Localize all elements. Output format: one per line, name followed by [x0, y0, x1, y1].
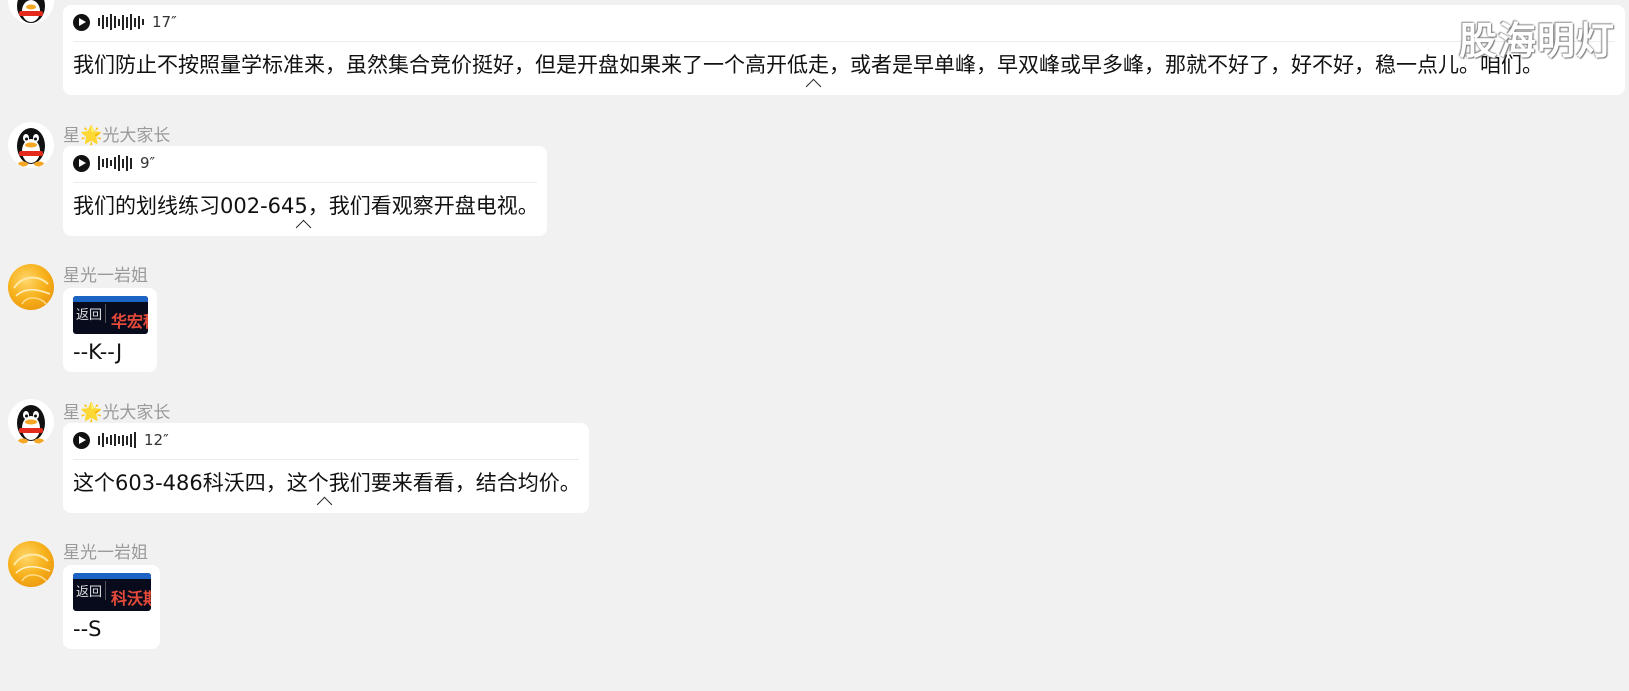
image-bubble[interactable]: 返回 华宏科 --K--J — [63, 288, 157, 372]
voice-duration: 17″ — [152, 13, 177, 31]
voice-transcript: 我们防止不按照量学标准来，虽然集合竞价挺好，但是开盘如果来了一个高开低走，或者是… — [73, 53, 1543, 77]
avatar[interactable] — [8, 399, 54, 445]
sender-name: 星🌟光大家长 — [63, 398, 170, 423]
voice-bubble[interactable]: 12″ 这个603-486科沃四，这个我们要来看看，结合均价。 — [63, 423, 589, 513]
avatar[interactable] — [8, 0, 54, 24]
avatar[interactable] — [8, 541, 54, 587]
voice-transcript: 我们的划线练习002-645，我们看观察开盘电视。 — [73, 194, 539, 218]
play-icon[interactable] — [73, 154, 90, 172]
sender-name: 星光一岩姐 — [63, 543, 148, 563]
voice-duration: 9″ — [140, 154, 156, 172]
divider — [73, 459, 579, 460]
collapse-caret-icon[interactable] — [316, 496, 333, 513]
sender-name: 星光一岩姐 — [63, 266, 148, 286]
penguin-avatar-icon — [17, 128, 45, 167]
voice-bubble[interactable]: 17″ 我们防止不按照量学标准来，虽然集合竞价挺好，但是开盘如果来了一个高开低走… — [63, 5, 1625, 95]
voice-player[interactable]: 12″ — [73, 431, 169, 449]
orange-avatar-icon — [13, 276, 51, 305]
thumbnail-stock-name: 华宏科 — [111, 312, 148, 331]
sender-name-part: 光大家长 — [102, 403, 171, 423]
watermark-logo: 股海明灯 — [1458, 19, 1615, 63]
star-icon: 🌟 — [80, 402, 103, 423]
stock-chart-thumbnail[interactable]: 返回 科沃斯 — [73, 573, 151, 611]
sender-name-part: 星 — [63, 403, 80, 423]
image-caption: --S — [73, 617, 102, 641]
thumbnail-stock-name: 科沃斯 — [111, 589, 151, 608]
voice-duration: 12″ — [144, 431, 169, 449]
waveform-icon — [98, 154, 132, 172]
orange-avatar-icon — [13, 553, 51, 582]
play-icon[interactable] — [73, 13, 90, 31]
thumbnail-topbar — [73, 573, 151, 579]
voice-player[interactable]: 17″ — [73, 13, 177, 31]
penguin-avatar-icon — [17, 405, 45, 444]
avatar[interactable] — [8, 264, 54, 310]
play-icon[interactable] — [73, 431, 90, 449]
waveform-icon — [98, 431, 136, 449]
sender-name-part: 光大家长 — [102, 126, 171, 146]
star-icon: 🌟 — [80, 125, 103, 146]
voice-bubble[interactable]: 9″ 我们的划线练习002-645，我们看观察开盘电视。 — [63, 146, 547, 236]
collapse-caret-icon[interactable] — [805, 78, 822, 95]
stock-chart-thumbnail[interactable]: 返回 华宏科 — [73, 296, 148, 334]
thumbnail-topbar — [73, 296, 148, 302]
sender-name-part: 星 — [63, 126, 80, 146]
thumbnail-back-label: 返回 — [73, 304, 107, 323]
thumbnail-back-label: 返回 — [73, 581, 107, 600]
voice-player[interactable]: 9″ — [73, 154, 155, 172]
image-caption: --K--J — [73, 340, 123, 364]
penguin-avatar-icon — [17, 0, 45, 23]
image-bubble[interactable]: 返回 科沃斯 --S — [63, 565, 160, 649]
divider — [73, 41, 1615, 42]
sender-name: 星🌟光大家长 — [63, 121, 170, 146]
collapse-caret-icon[interactable] — [295, 219, 312, 236]
divider — [73, 182, 537, 183]
voice-transcript: 这个603-486科沃四，这个我们要来看看，结合均价。 — [73, 471, 581, 495]
waveform-icon — [98, 13, 144, 31]
avatar[interactable] — [8, 122, 54, 168]
